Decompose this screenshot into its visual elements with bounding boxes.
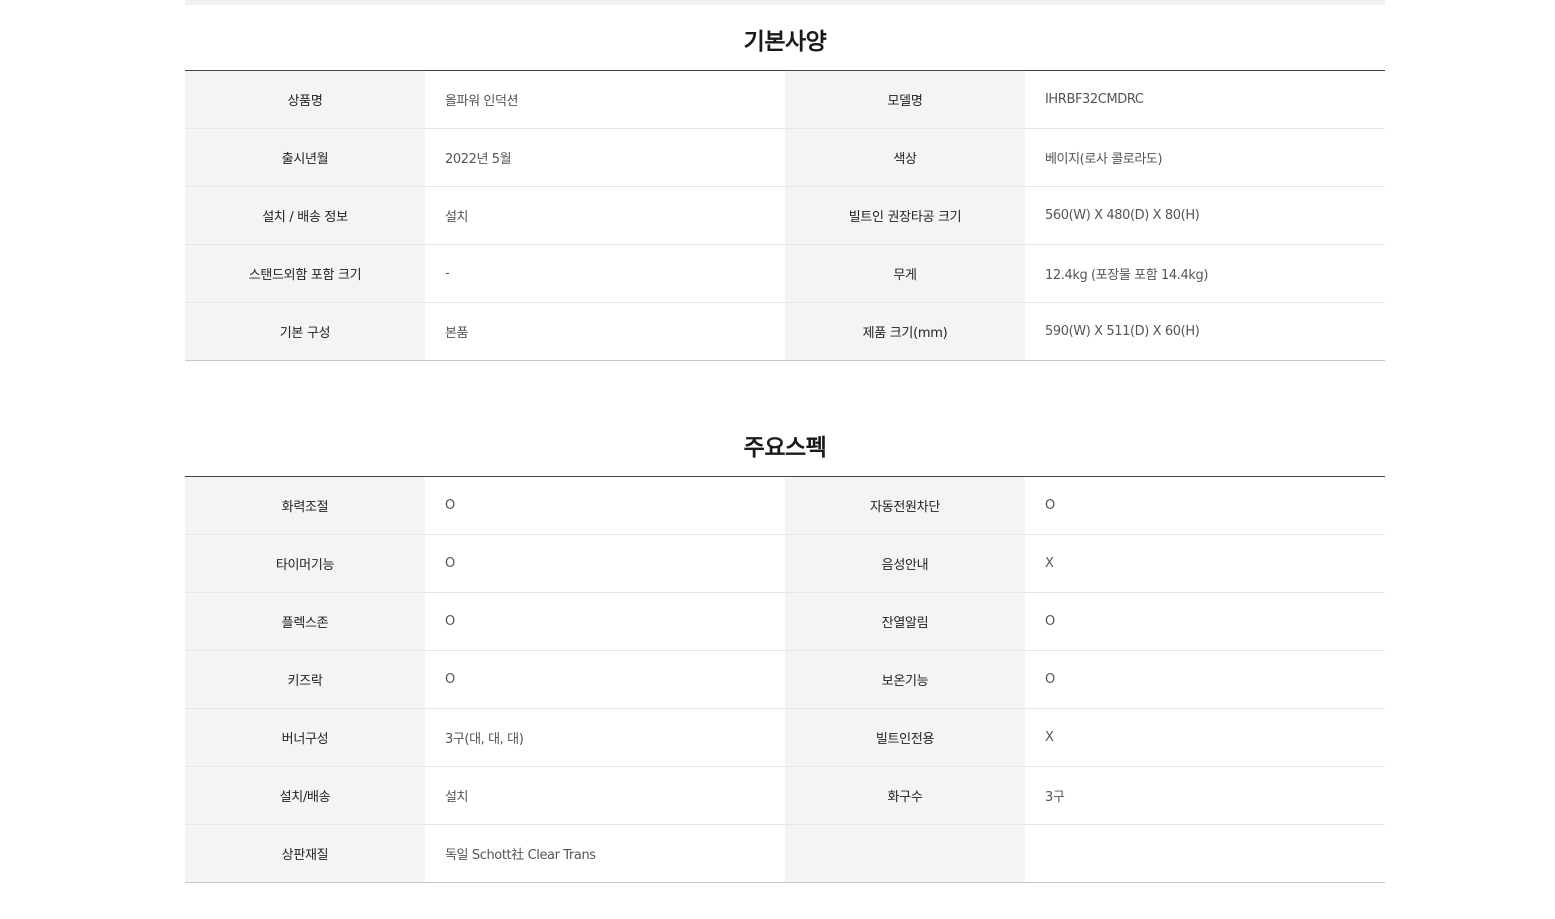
spec-value: 설치 xyxy=(445,210,469,225)
spec-value: O xyxy=(1045,498,1055,513)
spec-label: 키즈락 xyxy=(185,651,425,708)
spec-row: 상품명 올파워 인덕션 모델명 IHRBF32CMDRC xyxy=(185,71,1385,129)
spec-value: 12.4kg (포장물 포함 14.4kg) xyxy=(1045,268,1208,283)
spec-label: 잔열알림 xyxy=(785,593,1025,650)
spec-value: X xyxy=(1045,730,1054,745)
main-spec-table: 화력조절 O 자동전원차단 O 타이머기능 O 음성안내 X 플렉스존 O 잔열알림 O 키즈락 O 보온기… xyxy=(185,476,1385,883)
spec-row: 설치/배송 설치 화구수 3구 xyxy=(185,767,1385,825)
spec-value: 560(W) X 480(D) X 80(H) xyxy=(1045,208,1200,223)
spec-value: O xyxy=(445,498,455,513)
spec-label: 화력조절 xyxy=(185,477,425,534)
top-divider-band xyxy=(185,0,1385,5)
product-spec-page: 기본사양 상품명 올파워 인덕션 모델명 IHRBF32CMDRC 출시년월 2022년 … xyxy=(0,0,1555,919)
spec-row: 플렉스존 O 잔열알림 O xyxy=(185,593,1385,651)
spec-value: 3구(대, 대, 대) xyxy=(445,732,524,747)
spec-label: 색상 xyxy=(785,129,1025,186)
spec-label: 자동전원차단 xyxy=(785,477,1025,534)
spec-value: 설치 xyxy=(445,790,469,805)
spec-value: 베이지(로사 콜로라도) xyxy=(1045,152,1163,167)
spec-value: 독일 Schott社 Clear Trans xyxy=(445,848,596,863)
spec-label: 빌트인 권장타공 크기 xyxy=(785,187,1025,244)
spec-label: 모델명 xyxy=(785,71,1025,128)
spec-label: 화구수 xyxy=(785,767,1025,824)
spec-label: 무게 xyxy=(785,245,1025,302)
spec-row: 상판재질 독일 Schott社 Clear Trans xyxy=(185,825,1385,882)
spec-value: 2022년 5월 xyxy=(445,152,512,167)
spec-label: 빌트인전용 xyxy=(785,709,1025,766)
spec-value: O xyxy=(1045,672,1055,687)
spec-row: 출시년월 2022년 5월 색상 베이지(로사 콜로라도) xyxy=(185,129,1385,187)
spec-value: O xyxy=(445,614,455,629)
spec-value: X xyxy=(1045,556,1054,571)
spec-label: 기본 구성 xyxy=(185,303,425,360)
spec-label: 음성안내 xyxy=(785,535,1025,592)
spec-value: 3구 xyxy=(1045,790,1065,805)
spec-label xyxy=(785,825,1025,882)
spec-value: IHRBF32CMDRC xyxy=(1045,92,1144,107)
spec-label: 타이머기능 xyxy=(185,535,425,592)
spec-row: 기본 구성 본품 제품 크기(mm) 590(W) X 511(D) X 60(H) xyxy=(185,303,1385,360)
spec-label: 제품 크기(mm) xyxy=(785,303,1025,360)
spec-value: O xyxy=(445,556,455,571)
spec-label: 버너구성 xyxy=(185,709,425,766)
spec-value: 590(W) X 511(D) X 60(H) xyxy=(1045,324,1200,339)
basic-spec-title: 기본사양 xyxy=(743,29,827,56)
spec-label: 출시년월 xyxy=(185,129,425,186)
spec-row: 스탠드외함 포함 크기 - 무게 12.4kg (포장물 포함 14.4kg) xyxy=(185,245,1385,303)
spec-label: 플렉스존 xyxy=(185,593,425,650)
spec-value xyxy=(1025,825,1385,882)
spec-label: 상품명 xyxy=(185,71,425,128)
spec-value: 본품 xyxy=(445,326,469,341)
spec-row: 버너구성 3구(대, 대, 대) 빌트인전용 X xyxy=(185,709,1385,767)
spec-label: 상판재질 xyxy=(185,825,425,882)
spec-row: 타이머기능 O 음성안내 X xyxy=(185,535,1385,593)
spec-value: O xyxy=(445,672,455,687)
basic-spec-table: 상품명 올파워 인덕션 모델명 IHRBF32CMDRC 출시년월 2022년 5월 색상 베… xyxy=(185,70,1385,361)
spec-value: 올파워 인덕션 xyxy=(445,94,519,109)
spec-value: - xyxy=(445,266,450,281)
spec-row: 키즈락 O 보온기능 O xyxy=(185,651,1385,709)
spec-label: 스탠드외함 포함 크기 xyxy=(185,245,425,302)
spec-label: 설치 / 배송 정보 xyxy=(185,187,425,244)
spec-label: 보온기능 xyxy=(785,651,1025,708)
spec-row: 화력조절 O 자동전원차단 O xyxy=(185,477,1385,535)
spec-label: 설치/배송 xyxy=(185,767,425,824)
spec-row: 설치 / 배송 정보 설치 빌트인 권장타공 크기 560(W) X 480(D) X… xyxy=(185,187,1385,245)
main-spec-title: 주요스펙 xyxy=(743,435,827,462)
spec-value: O xyxy=(1045,614,1055,629)
